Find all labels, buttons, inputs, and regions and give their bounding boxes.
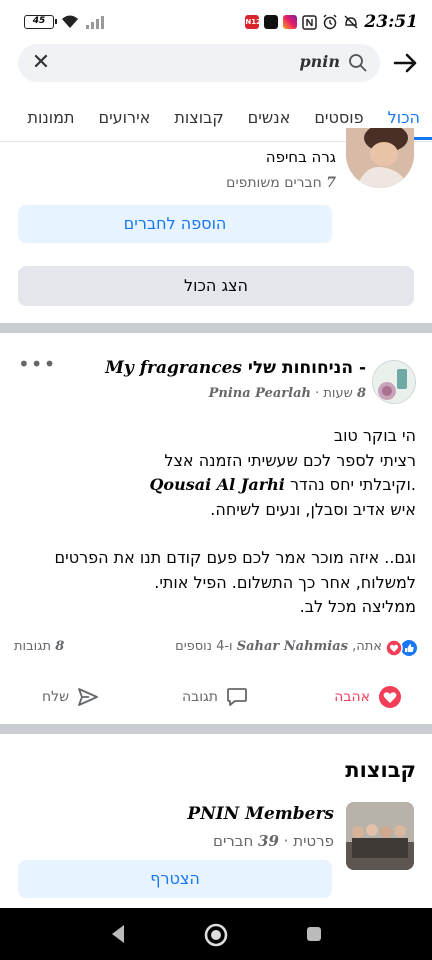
search-icon <box>349 54 367 72</box>
system-nav-bar <box>0 908 432 960</box>
page-logo-icon <box>373 361 415 403</box>
reactor-you: אתה, <box>352 639 382 654</box>
battery-icon: 45 <box>24 15 57 29</box>
nav-recents-icon[interactable] <box>304 922 324 946</box>
send-button[interactable]: שלח <box>42 680 99 714</box>
alarm-icon <box>323 14 337 30</box>
group-member-label: חברים <box>213 832 254 850</box>
love-button[interactable]: אהבה <box>334 680 402 714</box>
comments-count[interactable]: 8 תגובות <box>14 639 64 654</box>
group-name[interactable]: PNIN Members <box>187 804 334 824</box>
comments-label: תגובות <box>14 639 52 654</box>
post-more-options-icon[interactable]: ••• <box>18 352 56 376</box>
n12-app-icon: N12 <box>245 15 262 29</box>
post-time-unit: שעות <box>323 386 353 401</box>
post-paragraph-gap <box>16 522 416 546</box>
reactors-summary[interactable]: אתה, Sahar Nahmias ו-4 נוספים <box>175 639 382 654</box>
group-privacy: פרטית <box>293 832 334 850</box>
group-thumbnail[interactable] <box>346 802 414 870</box>
post-title[interactable]: - הניחוחות שלי My fragrances <box>105 358 366 378</box>
groups-section-title: קבוצות <box>345 758 416 782</box>
comment-icon <box>227 688 247 706</box>
reactor-and: ו- <box>224 639 233 654</box>
back-arrow-icon[interactable] <box>392 50 418 76</box>
post-line: למשלוח, אחר כך התשלום. הפיל אותי. <box>154 572 416 592</box>
group-meta: פרטית · 39 חברים <box>213 832 334 850</box>
person-location: גרה בחיפה <box>265 148 336 166</box>
post-meta: 8 שעות · Pnina Pearlah <box>208 386 366 401</box>
reactor-name: Sahar Nahmias <box>236 639 348 654</box>
group-photo <box>346 802 414 870</box>
post-line: וגם.. איזה מוכר אמר לכם פעם קודם תנו את … <box>54 548 417 567</box>
post-line: הי בוקר טוב <box>333 426 416 445</box>
section-divider <box>0 323 432 333</box>
nav-back-icon[interactable] <box>108 922 128 946</box>
tab-events[interactable]: אירועים <box>86 96 162 140</box>
person-mutual-friends: 7 חברים משותפים <box>226 175 336 191</box>
person-photo <box>346 128 414 188</box>
status-bar-left: 45 <box>24 14 106 30</box>
post-title-hebrew: - הניחוחות שלי <box>247 358 366 378</box>
person-avatar[interactable] <box>346 128 414 188</box>
nav-home-icon[interactable] <box>203 922 229 948</box>
post-time-number: 8 <box>356 386 366 401</box>
search-row: ✕ pnin <box>0 44 432 84</box>
instagram-icon <box>283 15 298 29</box>
clear-search-icon[interactable]: ✕ <box>28 50 54 76</box>
post-line-text: .וקיבלתי יחס נהדר <box>289 475 416 494</box>
post-title-latin: My fragrances <box>105 358 242 378</box>
post-body: הי בוקר טוב רציתי לספר לכם שעשיתי הזמנה … <box>16 424 417 620</box>
comment-button[interactable]: תגובה <box>182 680 248 714</box>
join-group-button[interactable]: הצטרף <box>18 860 332 898</box>
status-bar: 45 N12 23:51 <box>0 0 432 44</box>
page-avatar[interactable] <box>372 360 416 404</box>
send-icon <box>78 688 98 706</box>
post-author[interactable]: Pnina Pearlah <box>209 386 311 401</box>
group-member-count: 39 <box>258 832 279 850</box>
section-divider <box>0 724 432 734</box>
wifi-icon <box>62 15 78 28</box>
reactions-row: אתה, Sahar Nahmias ו-4 נוספים 8 תגובות <box>0 638 432 658</box>
clock: 23:51 <box>364 12 418 32</box>
n12-app-label: N12 <box>245 18 262 26</box>
reactor-others-label: נוספים <box>175 639 212 654</box>
post-line: רציתי לספר לכם שעשיתי הזמנה אצל <box>164 450 416 470</box>
mute-icon <box>344 15 358 29</box>
seller-name-link[interactable]: Qousai Al Jarhi <box>149 475 284 494</box>
comments-number: 8 <box>55 639 65 654</box>
status-bar-right: N12 23:51 <box>245 12 418 32</box>
post-line: .וקיבלתי יחס נהדר Qousai Al Jarhi <box>16 473 416 498</box>
add-friend-button[interactable]: הוספה לחברים <box>18 205 332 243</box>
mutual-label: חברים משותפים <box>226 175 322 191</box>
search-query[interactable]: pnin <box>299 52 340 71</box>
love-label: אהבה <box>334 689 370 705</box>
show-all-button[interactable]: הצג הכול <box>18 266 414 306</box>
battery-level: 45 <box>32 16 46 26</box>
tiktok-icon <box>264 15 279 29</box>
post-actions: אהבה תגובה שלח <box>0 680 432 714</box>
reaction-icons[interactable] <box>384 639 418 657</box>
tab-photos[interactable]: תמונות <box>15 96 86 140</box>
nfc-icon <box>302 14 318 30</box>
post-line: איש אדיב וסבלן, ונעים לשיחה. <box>210 499 416 519</box>
tab-people[interactable]: אנשים <box>236 96 303 140</box>
signal-icon <box>86 16 104 29</box>
post-line: ממליצה מכל לב. <box>299 597 416 616</box>
comment-label: תגובה <box>181 689 218 705</box>
tab-groups[interactable]: קבוצות <box>162 96 235 140</box>
search-input[interactable]: ✕ pnin <box>18 44 380 82</box>
mutual-count: 7 <box>326 175 336 191</box>
love-icon <box>379 686 401 708</box>
send-label: שלח <box>42 689 70 705</box>
